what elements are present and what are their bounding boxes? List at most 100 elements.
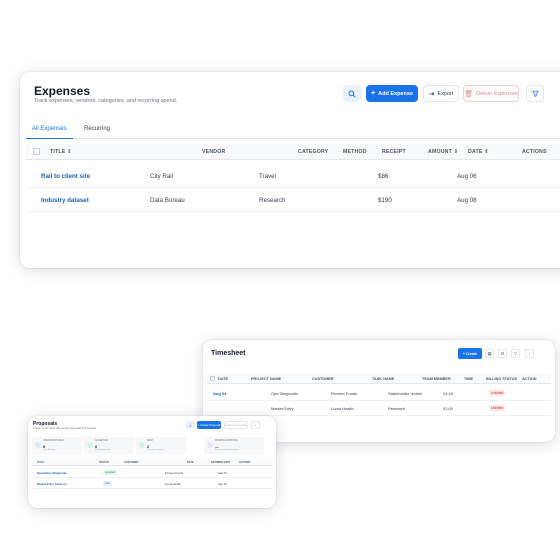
proposals-panel: Proposals Create, send, track and conver… <box>28 416 276 508</box>
select-all-checkbox[interactable] <box>210 376 215 381</box>
create-timesheet-button[interactable]: + Create <box>458 348 482 359</box>
category-cell: Research <box>259 197 286 204</box>
stat-label: SENT <box>147 440 154 442</box>
column-vendor: VENDOR <box>202 149 226 155</box>
search-button[interactable] <box>343 85 361 102</box>
stat-sub: Sent to customers <box>147 449 165 451</box>
stat-label: PENDING APPROVAL <box>215 440 239 442</box>
check-icon <box>87 442 93 448</box>
proposals-table-header: TITLE STATUS CUSTOMER DATE EXPIRING DATE… <box>31 459 273 466</box>
vendor-cell: Data Bureau <box>150 197 185 204</box>
time-cell: 03:15 <box>443 391 454 396</box>
filter-icon <box>531 90 539 97</box>
column-status: STATUS <box>99 461 109 464</box>
search-button[interactable]: ⌕ <box>186 421 195 429</box>
column-date[interactable]: DATE <box>218 377 228 381</box>
stat-card: SENT 2 Sent to customers <box>136 437 186 454</box>
proposal-title-link[interactable]: Operations Diagnostic <box>37 471 67 475</box>
table-row[interactable]: Aug 04 Ops Diagnostic Pioneer Foods Stak… <box>207 386 551 401</box>
amount-cell: $86 <box>378 173 389 180</box>
search-icon: ⌕ <box>189 422 192 428</box>
stat-card: PENDING APPROVAL — Awaiting a final deci… <box>204 437 264 454</box>
sort-icon: ⇕ <box>67 149 72 155</box>
send-icon <box>139 442 145 448</box>
column-time[interactable]: TIME <box>464 377 473 381</box>
project-cell: Market Entry <box>271 406 294 411</box>
sort-icon: ⇕ <box>453 149 459 155</box>
column-title[interactable]: TITLE ⇕ <box>50 149 72 155</box>
column-actions: ACTIONS <box>522 149 547 155</box>
column-expiring-date: EXPIRING DATE <box>211 461 231 464</box>
delete-expenses-button[interactable]: 🗑 Delete Expenses <box>463 85 519 102</box>
amount-cell: $190 <box>378 197 392 204</box>
date-cell: Sep 01 <box>218 471 227 475</box>
table-row[interactable]: Industry dataset Data Bureau Research $1… <box>26 188 560 212</box>
column-action: ACTION <box>522 376 537 381</box>
status-badge: Sent <box>103 481 112 486</box>
column-date[interactable]: DATE ⇕ <box>468 149 489 155</box>
export-button[interactable]: ⇥ Export <box>423 85 459 102</box>
time-cell: 02:00 <box>443 406 454 411</box>
proposals-subtitle: Create, send, track and convert proposal… <box>33 427 97 430</box>
billing-status-badge: Unbilled <box>489 390 506 396</box>
stat-sub: Awaiting a final decision <box>215 449 239 451</box>
delete-expenses-label: Delete Expenses <box>476 90 518 97</box>
table-row[interactable]: Market Entry Advisory Sent Luma Health S… <box>31 478 273 489</box>
stat-sub: 0% of proposals <box>95 449 111 451</box>
clock-icon <box>207 442 213 448</box>
column-billing: BILLING STATUS <box>486 376 517 381</box>
column-member: TEAM MEMBER <box>422 376 451 381</box>
date-link[interactable]: Aug 04 <box>213 391 226 396</box>
add-expense-label: Add Expense <box>378 90 413 97</box>
filter-button[interactable] <box>526 85 544 102</box>
chevron-down-icon[interactable]: ⌄ <box>251 421 260 429</box>
category-cell: Travel <box>259 173 276 180</box>
table-row[interactable]: Market Entry Luma Health Research 02:00 … <box>207 401 551 416</box>
proposal-title-link[interactable]: Market Entry Advisory <box>37 482 67 486</box>
tab-recurring[interactable]: Recurring <box>78 124 116 139</box>
vendor-cell: City Rail <box>150 173 174 180</box>
stat-card: OPEN PROPOSALS 0 Last 30 days <box>32 437 82 454</box>
stat-sub: Last 30 days <box>43 449 56 451</box>
tab-bar: All Expenses Recurring <box>26 124 560 139</box>
column-category: CATEGORY <box>298 149 329 155</box>
page-title: Expenses <box>34 84 91 98</box>
task-cell: Stakeholder review <box>388 391 423 396</box>
expense-title-link[interactable]: Industry dataset <box>41 197 89 204</box>
chevron-right-icon[interactable]: › <box>525 349 534 358</box>
customer-cell: Pioneer Foods <box>331 391 358 396</box>
select-all-checkbox[interactable] <box>33 148 40 155</box>
table-row[interactable]: Rail to client site City Rail Travel $86… <box>26 164 560 188</box>
expense-title-link[interactable]: Rail to client site <box>41 173 90 180</box>
search-icon <box>348 89 356 98</box>
table-row[interactable]: Operations Diagnostic Accepted Pioneer F… <box>31 467 273 478</box>
column-actions: ACTIONS <box>239 461 251 464</box>
export-icon: ⇥ <box>428 90 435 98</box>
document-icon <box>35 442 41 448</box>
customer-cell: Pioneer Foods <box>165 471 184 475</box>
stat-card: ACCEPTED 0 0% of proposals <box>84 437 134 454</box>
customer-cell: Luma Health <box>165 482 181 486</box>
column-title[interactable]: TITLE <box>37 461 44 464</box>
stat-label: ACCEPTED <box>95 440 108 442</box>
column-receipt: RECEIPT <box>382 149 406 155</box>
stat-value: 2 <box>147 443 150 449</box>
stat-value: 0 <box>95 443 98 449</box>
stat-value: — <box>215 443 219 449</box>
column-task: TASK NAME <box>372 376 395 381</box>
settings-icon[interactable]: ⚙ <box>498 349 507 358</box>
create-proposal-button[interactable]: + Create Proposal <box>197 421 221 429</box>
delete-proposals-button[interactable]: Delete Proposals <box>224 421 248 429</box>
date-cell: Aug 08 <box>457 197 477 204</box>
export-label: Export <box>437 90 454 97</box>
tab-all-expenses[interactable]: All Expenses <box>26 124 73 139</box>
date-cell: Sep 03 <box>218 482 227 486</box>
column-customer: CUSTOMER <box>312 376 334 381</box>
filter-icon[interactable]: ▽ <box>511 349 520 358</box>
project-cell: Ops Diagnostic <box>271 391 299 396</box>
stat-label: OPEN PROPOSALS <box>43 440 65 442</box>
add-expense-button[interactable]: + Add Expense <box>366 85 418 102</box>
grid-view-icon[interactable]: ▦ <box>485 349 494 358</box>
page-subtitle: Track expenses, vendors, categories, and… <box>34 98 178 104</box>
column-amount[interactable]: AMOUNT ⇕ <box>428 149 458 155</box>
